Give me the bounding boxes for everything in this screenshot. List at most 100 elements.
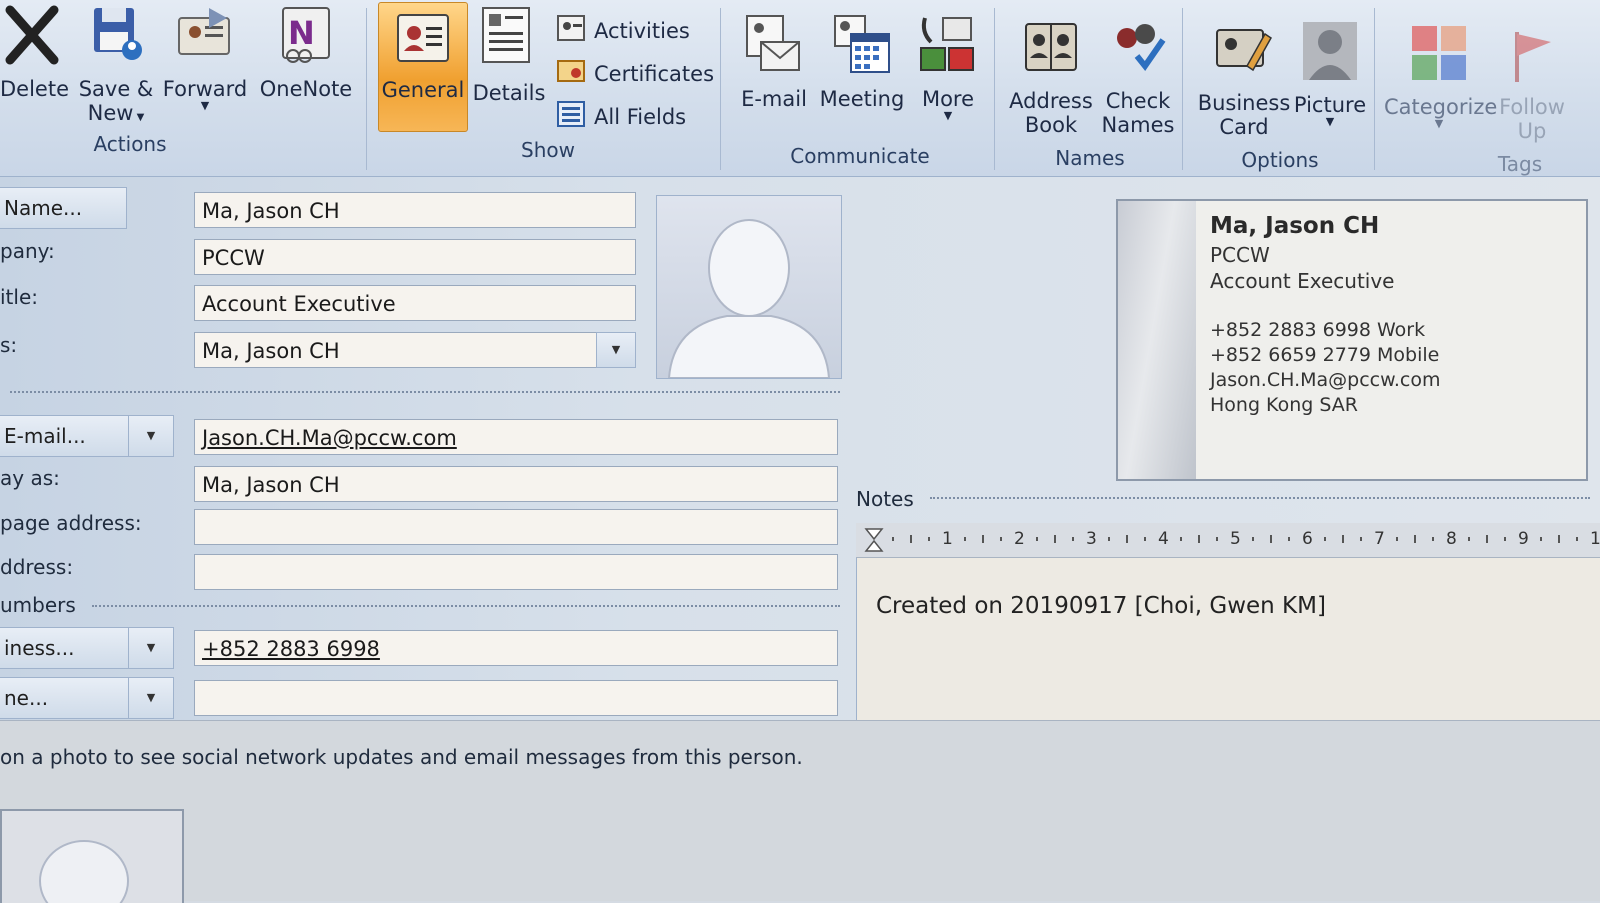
email-button[interactable]: E-mail xyxy=(736,12,812,111)
person-silhouette-icon xyxy=(667,219,831,379)
certificates-button[interactable]: Certificates xyxy=(556,57,714,90)
ruler-number: 4 xyxy=(1158,529,1169,549)
forward-button[interactable]: Forward ▼ xyxy=(162,4,248,111)
notes-ruler: 1 2 3 4 5 6 7 8 9 10 xyxy=(856,523,1600,558)
more-button[interactable]: More ▼ xyxy=(910,12,986,121)
card-email: Jason.CH.Ma@pccw.com xyxy=(1210,369,1441,391)
onenote-icon: N xyxy=(256,4,356,71)
chevron-down-icon: ▼ xyxy=(133,112,145,123)
card-work-phone: +852 2883 6998 Work xyxy=(1210,319,1426,341)
ruler-tick xyxy=(1036,537,1038,541)
follow-up-button[interactable]: Follow Up xyxy=(1496,28,1568,143)
ruler-tick xyxy=(1504,537,1506,541)
chevron-down-icon: ▼ xyxy=(611,343,621,356)
business-phone-field[interactable]: +852 2883 6998 xyxy=(194,630,838,666)
picture-button[interactable]: Picture ▼ xyxy=(1292,20,1368,127)
company-field[interactable]: PCCW xyxy=(194,239,636,275)
group-label-tags: Tags xyxy=(1497,152,1543,176)
card-location: Hong Kong SAR xyxy=(1210,394,1358,416)
person-silhouette-icon xyxy=(39,840,129,903)
notes-text[interactable]: Created on 20190917 [Choi, Gwen KM] xyxy=(876,593,1326,619)
display-as-field[interactable]: Ma, Jason CH xyxy=(194,466,838,502)
ruler-tick xyxy=(1054,535,1056,543)
picture-silhouette-icon xyxy=(1292,20,1368,87)
delete-x-icon xyxy=(0,4,64,71)
ruler-tick xyxy=(982,535,984,543)
card-decorative-band xyxy=(1118,201,1196,479)
ruler-tick xyxy=(1558,535,1560,543)
onenote-button[interactable]: N OneNote xyxy=(256,4,356,101)
group-divider xyxy=(366,8,367,170)
email-field[interactable]: Jason.CH.Ma@pccw.com xyxy=(194,419,838,455)
group-divider xyxy=(994,8,995,170)
full-name-field[interactable]: Ma, Jason CH xyxy=(194,192,636,228)
ruler-number: 5 xyxy=(1230,529,1241,549)
notes-label: Notes xyxy=(856,487,914,511)
file-as-dropdown[interactable]: ▼ xyxy=(596,332,636,368)
ruler-tick xyxy=(928,537,930,541)
people-pane-photo[interactable] xyxy=(0,809,184,903)
file-as-combo[interactable]: Ma, Jason CH xyxy=(194,332,598,368)
certificate-icon xyxy=(556,57,586,90)
all-fields-button[interactable]: All Fields xyxy=(556,100,686,133)
ruler-tick xyxy=(1216,537,1218,541)
meeting-button[interactable]: Meeting xyxy=(816,12,908,111)
home-phone-dropdown[interactable]: ▼ xyxy=(128,677,174,719)
email-type-dropdown[interactable]: ▼ xyxy=(128,415,174,457)
address-book-icon xyxy=(1004,18,1098,83)
save-and-new-button[interactable]: Save & New ▼ xyxy=(76,4,156,130)
full-name-button[interactable]: Name... xyxy=(0,187,127,229)
ruler-number: 3 xyxy=(1086,529,1097,549)
ruler-tick xyxy=(964,537,966,541)
contact-form: Name... Ma, Jason CH pany: PCCW itle: Ac… xyxy=(0,177,1600,720)
company-label: pany: xyxy=(0,239,55,263)
im-address-field[interactable] xyxy=(194,554,838,590)
categorize-icon xyxy=(1384,24,1494,89)
people-pane-message: on a photo to see social network updates… xyxy=(0,745,803,769)
ruler-tick xyxy=(1126,535,1128,543)
ruler-tick xyxy=(1198,535,1200,543)
home-phone-field[interactable] xyxy=(194,680,838,716)
chevron-down-icon: ▼ xyxy=(146,691,156,704)
business-card-icon xyxy=(1196,20,1292,85)
ruler-tick xyxy=(1252,537,1254,541)
section-divider xyxy=(92,605,840,607)
group-label-names: Names xyxy=(1055,146,1125,170)
ruler-tick xyxy=(1414,535,1416,543)
categorize-button[interactable]: Categorize ▼ xyxy=(1384,24,1497,129)
ruler-number: 9 xyxy=(1518,529,1529,549)
group-label-show: Show xyxy=(521,138,575,162)
job-title-field[interactable]: Account Executive xyxy=(194,285,636,321)
contact-photo-placeholder[interactable] xyxy=(656,195,842,379)
card-name: Ma, Jason CH xyxy=(1210,213,1380,239)
section-divider xyxy=(10,391,840,393)
ruler-tick xyxy=(1144,537,1146,541)
ruler-tick xyxy=(1396,537,1398,541)
ruler-number: 10 xyxy=(1590,529,1600,549)
ribbon: Delete Save & New ▼ Forward ▼ N OneNote … xyxy=(0,0,1600,177)
activities-button[interactable]: Activities xyxy=(556,14,690,47)
business-phone-button[interactable]: iness... xyxy=(0,627,129,669)
more-communicate-icon xyxy=(910,12,986,81)
chevron-down-icon: ▼ xyxy=(146,429,156,442)
details-button[interactable]: Details xyxy=(470,4,548,105)
card-company: PCCW xyxy=(1210,243,1270,267)
chevron-down-icon: ▼ xyxy=(200,99,210,112)
check-names-icon xyxy=(1098,18,1178,83)
ruler-tick xyxy=(1360,537,1362,541)
ruler-tick xyxy=(1288,537,1290,541)
display-as-label: ay as: xyxy=(0,466,60,490)
address-book-button[interactable]: Address Book xyxy=(1004,18,1098,137)
follow-up-flag-icon xyxy=(1496,28,1568,89)
delete-button[interactable]: Delete xyxy=(0,4,69,101)
home-phone-button[interactable]: ne... xyxy=(0,677,129,719)
email-label-button[interactable]: E-mail... xyxy=(0,415,129,457)
webpage-field[interactable] xyxy=(194,509,838,545)
check-names-button[interactable]: Check Names xyxy=(1098,18,1178,137)
email-icon xyxy=(736,12,812,81)
general-button[interactable]: General xyxy=(378,2,468,132)
indent-marker-icon[interactable] xyxy=(864,527,884,555)
business-phone-dropdown[interactable]: ▼ xyxy=(128,627,174,669)
business-card-button[interactable]: Business Card xyxy=(1196,20,1292,139)
ruler-tick xyxy=(1108,537,1110,541)
